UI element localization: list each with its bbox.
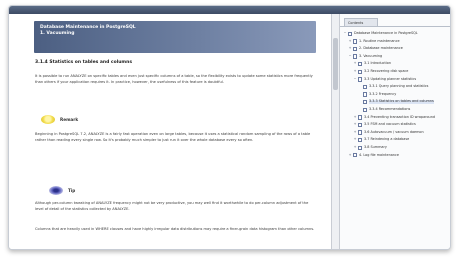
expand-icon[interactable]: + [353,137,357,141]
expand-icon[interactable]: + [353,69,357,73]
document-banner: Database Maintenance in PostgreSQL 1. Va… [34,21,316,53]
body-paragraph: Columns that are heavily used in WHERE c… [35,227,315,231]
expand-icon[interactable]: + [353,115,357,119]
toc-item[interactable]: − 3. Vacuuming [340,53,450,61]
toc-item[interactable]: 3.3.2 Frequency [340,91,450,99]
note-text: Although per-column tweaking of ANALYZE … [35,201,309,211]
menu-bar [9,6,450,14]
toc-item-label: 3.2 Recovering disk space [364,69,409,74]
scrollbar-thumb[interactable] [333,38,338,90]
page-icon [358,61,362,67]
toc-item-label: 3. Vacuuming [359,53,383,58]
toc-item-label: 2. Database maintenance [359,46,403,51]
toc-item[interactable]: 3.3.1 Query planning and statistics [340,83,450,91]
help-viewer-window: Database Maintenance in PostgreSQL 1. Va… [8,5,451,250]
toc-item-label: 3.5 FSM and vacuum statistics [364,122,416,127]
page-icon [358,77,362,82]
toc-item-label: 3.3.3 Statistics on tables and columns [369,99,434,104]
toc-item[interactable]: +3.1 Introduction [340,60,450,68]
toc-item-label: 3.3.4 Recommendations [369,107,411,112]
toc-item-label: 3.3.2 Frequency [369,91,397,96]
toc-item[interactable]: 3.3.4 Recommendations [340,106,450,114]
page-icon [363,92,367,97]
page-icon [358,69,362,74]
page-icon [363,107,367,112]
toc-item-label: 3.4 Preventing transaction ID wraparound [364,114,435,119]
note-label: Tip [68,188,76,193]
tab-contents[interactable]: Contents [344,18,378,26]
toc-item[interactable]: 3.3.3 Statistics on tables and columns [340,98,450,106]
toc-item[interactable]: +3.2 Recovering disk space [340,68,450,76]
toc-item[interactable]: − Database Maintenance in PostgreSQL [340,30,450,38]
toc-item[interactable]: +3.5 FSM and vacuum statistics [340,121,450,129]
page-icon [353,54,357,59]
toc-item[interactable]: +3.4 Preventing transaction ID wraparoun… [340,114,450,122]
toc-item[interactable]: +3.7 Reindexing a database [340,136,450,144]
page-icon [358,122,362,128]
page-icon [363,84,367,90]
eye-icon [49,186,63,195]
lightbulb-icon [41,115,55,124]
collapse-icon[interactable]: − [353,77,357,81]
collapse-icon[interactable]: − [348,54,352,58]
expand-icon[interactable]: + [353,62,357,66]
page-icon [358,137,362,143]
toc-item[interactable]: +1. Routine maintenance [340,38,450,46]
toc-item-label: 3.6 Autovacuum / vacuum daemon [364,129,424,134]
page-icon [348,31,352,36]
expand-icon[interactable]: + [353,122,357,126]
toc-item[interactable]: − 3.3 Updating planner statistics [340,76,450,84]
section-heading: 3.1.4 Statistics on tables and columns [35,60,133,65]
toc-item-label: 1. Routine maintenance [359,38,400,43]
page-icon [358,145,362,150]
page-icon [363,99,367,105]
page-icon [358,130,362,135]
body-paragraph: It is possible to run ANALYZE on specifi… [35,74,313,84]
expand-icon[interactable]: + [353,145,357,149]
page-icon [353,153,357,158]
note-text: Beginning in PostgreSQL 7.2, ANALYZE is … [35,132,311,142]
collapse-icon[interactable]: − [343,31,347,35]
toc-item[interactable]: +3.8 Summary [340,144,450,152]
expand-icon[interactable]: + [348,46,352,50]
tab-divider [340,26,450,27]
toc-item-label: 4. Log file maintenance [359,152,399,157]
toc-item-label: Database Maintenance in PostgreSQL [354,31,418,36]
note-label: Remark [60,117,79,122]
contents-pane: Contents − Database Maintenance in Postgr… [340,14,450,249]
toc-item[interactable]: +4. Log file maintenance [340,152,450,160]
toc-item-label: 3.3.1 Query planning and statistics [369,84,429,89]
toc-item-label: 3.1 Introduction [364,61,392,66]
banner-subtitle: 1. Vacuuming [40,31,75,36]
toc-item-label: 3.7 Reindexing a database [364,137,410,142]
toc-tree: − Database Maintenance in PostgreSQL +1. R… [340,30,450,160]
toc-item-label: 3.8 Summary [364,145,387,149]
toc-item[interactable]: +2. Database maintenance [340,45,450,53]
toc-item-label: 3.3 Updating planner statistics [364,76,417,81]
expand-icon[interactable]: + [348,153,352,157]
vertical-scrollbar[interactable] [331,14,340,249]
document-pane: Database Maintenance in PostgreSQL 1. Va… [9,14,331,249]
expand-icon[interactable]: + [353,130,357,134]
page-icon [353,39,357,44]
page-icon [353,46,357,52]
page-icon [358,115,362,120]
toc-item[interactable]: +3.6 Autovacuum / vacuum daemon [340,129,450,137]
expand-icon[interactable]: + [348,39,352,43]
